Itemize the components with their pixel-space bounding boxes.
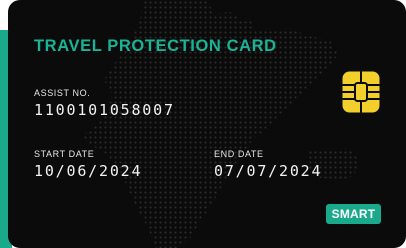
smart-badge: SMART [326, 204, 381, 224]
travel-protection-card: TRAVEL PROTECTION CARD ASSIST NO. 110010… [8, 0, 406, 248]
assist-number-value: 1100101058007 [34, 101, 175, 119]
chip-icon [342, 71, 380, 113]
end-date-label: END DATE [214, 149, 264, 159]
card-title: TRAVEL PROTECTION CARD [34, 37, 277, 55]
assist-number-label: ASSIST NO. [34, 88, 91, 98]
start-date-value: 10/06/2024 [34, 162, 143, 180]
start-date-label: START DATE [34, 149, 95, 159]
end-date-value: 07/07/2024 [214, 162, 323, 180]
